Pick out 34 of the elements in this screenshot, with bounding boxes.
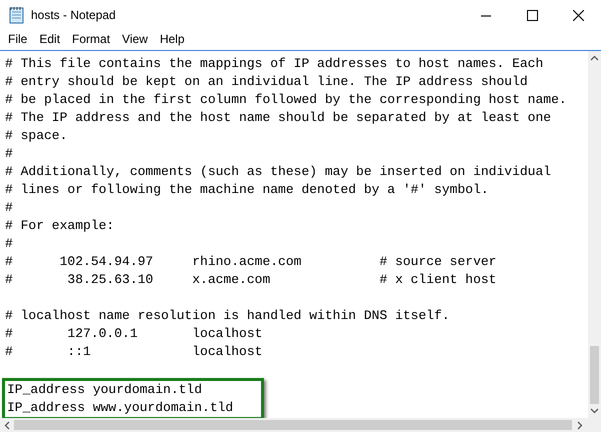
text-line: # localhost name resolution is handled within DNS itself. [5, 307, 451, 325]
text-line: # 102.54.94.97 rhino.acme.com # source server [5, 253, 498, 271]
menu-item[interactable]: View [116, 30, 154, 48]
caret-right-icon[interactable] [577, 420, 583, 430]
text-line: # [5, 235, 14, 253]
menu-item[interactable]: Help [154, 30, 191, 48]
text-line: # Additionally, comments (such as these) may be inserted on individual [5, 163, 552, 181]
vertical-scrollbar[interactable] [588, 51, 601, 418]
notepad-icon [9, 6, 25, 24]
text-line: # space. [5, 127, 68, 145]
menu-item[interactable]: Edit [33, 30, 66, 48]
text-line: # [5, 199, 14, 217]
text-line: # entry should be kept on an individual line. The IP address should [5, 73, 529, 91]
text-line: # For example: [5, 217, 116, 235]
caret-up-icon[interactable] [590, 55, 599, 61]
close-icon [572, 10, 584, 20]
window-title: hosts - Notepad [31, 7, 116, 24]
text-line: # lines or following the machine name denoted by a '#' symbol. [5, 181, 490, 199]
text-line: # The IP address and the host name should be separated by at least one [5, 109, 552, 127]
maximize-icon [526, 10, 538, 20]
scrollbar-thumb[interactable] [14, 420, 572, 430]
text-line: # 127.0.0.1 localhost [5, 325, 264, 343]
text-line: IP_address www.yourdomain.tld [7, 399, 234, 417]
caret-down-icon[interactable] [590, 408, 599, 414]
text-line: # be placed in the first column followed by the corresponding host name. [5, 91, 568, 109]
text-line: # 38.25.63.10 x.acme.com # x client host [5, 271, 498, 289]
menu-item[interactable]: File [2, 30, 34, 48]
text-line: # This file contains the mappings of IP addresses to host names. Each [5, 55, 544, 73]
menu-item[interactable]: Format [66, 30, 116, 48]
scrollbar-thumb[interactable] [590, 346, 599, 404]
text-line: # [5, 145, 14, 163]
text-line: IP_address yourdomain.tld [7, 381, 204, 399]
caret-left-icon[interactable] [4, 420, 10, 430]
text-line: # ::1 localhost [5, 343, 264, 361]
